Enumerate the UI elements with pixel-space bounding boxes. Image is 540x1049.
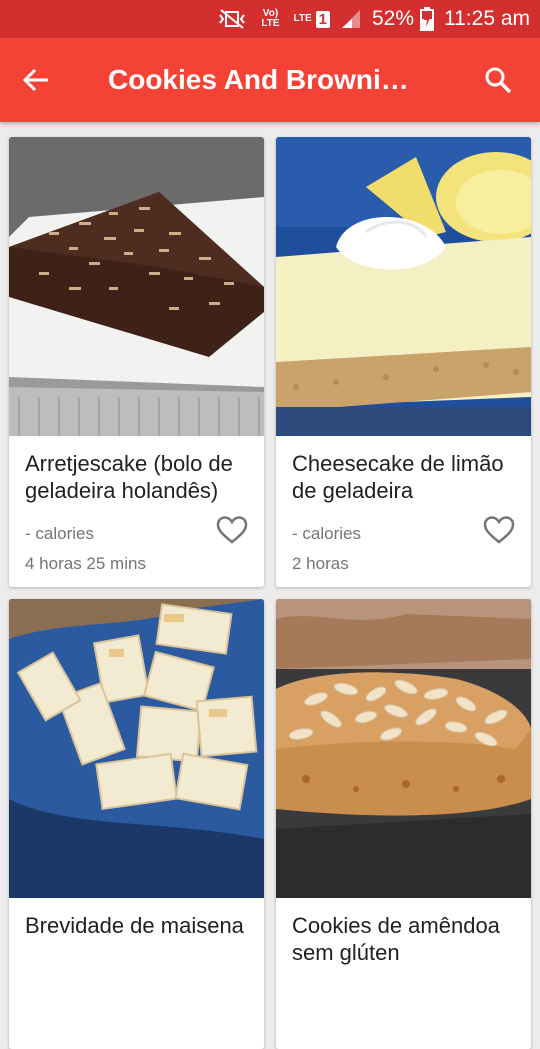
recipe-grid: Arretjescake (bolo de geladeira holandês… — [9, 137, 531, 1049]
vibrate-mute-icon — [217, 8, 247, 30]
favorite-button[interactable] — [483, 515, 515, 545]
recipe-image — [9, 137, 264, 436]
page-title: Cookies And Brownies… — [108, 64, 440, 95]
recipe-image — [276, 137, 531, 436]
cell-signal-icon — [340, 8, 362, 30]
app-bar: Cookies And Brownies… — [0, 38, 540, 122]
recipe-name: Cheesecake de limão de geladeira — [292, 451, 504, 503]
volte-indicator: Vo) LTE — [261, 8, 280, 29]
recipe-card[interactable]: Cookies de amêndoa sem glúten — [276, 599, 531, 1049]
lte-signal-icon: LTE 1 — [293, 10, 330, 28]
recipe-card[interactable]: Brevidade de maisena — [9, 599, 264, 1049]
heart-outline-icon — [216, 516, 248, 544]
favorite-button[interactable] — [216, 515, 248, 545]
recipe-card[interactable]: Arretjescake (bolo de geladeira holandês… — [9, 137, 264, 587]
recipe-image — [9, 599, 264, 898]
search-icon — [485, 67, 512, 94]
status-bar: Vo) LTE LTE 1 52% 11:25 am — [0, 0, 540, 38]
recipe-name: Arretjescake (bolo de geladeira holandês… — [25, 451, 233, 503]
clock: 11:25 am — [444, 7, 530, 30]
search-button[interactable] — [456, 38, 540, 122]
back-arrow-icon — [22, 68, 48, 92]
recipe-name: Cookies de amêndoa sem glúten — [292, 913, 500, 965]
back-button[interactable] — [0, 38, 72, 122]
recipe-image — [276, 599, 531, 898]
lte-label: LTE — [293, 13, 312, 24]
heart-outline-icon — [483, 516, 515, 544]
recipe-time: 2 horas — [292, 554, 349, 573]
battery-percent: 52% — [371, 7, 414, 30]
recipe-time: 4 horas 25 mins — [25, 554, 146, 573]
recipe-card[interactable]: Cheesecake de limão de geladeira - calor… — [276, 137, 531, 587]
battery-charging-icon — [420, 7, 434, 31]
recipe-name: Brevidade de maisena — [25, 913, 244, 938]
sim-badge: 1 — [315, 10, 330, 28]
